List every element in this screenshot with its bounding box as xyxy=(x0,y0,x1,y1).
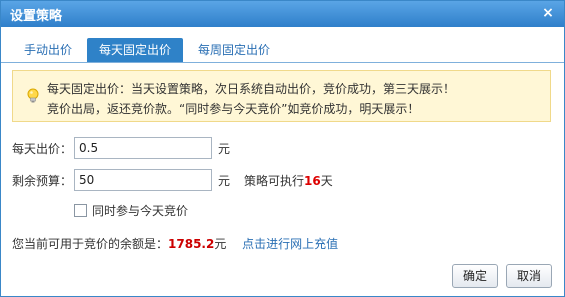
confirm-button[interactable]: 确定 xyxy=(452,264,499,288)
daily-bid-label: 每天出价： xyxy=(12,141,73,156)
tab-bar: 手动出价 每天固定出价 每周固定出价 xyxy=(1,36,564,63)
balance-unit: 元 xyxy=(214,237,227,251)
strategy-dialog: 设置策略 × 手动出价 每天固定出价 每周固定出价 每天固定出价：当天设置策略，… xyxy=(0,0,565,297)
tab-weekly-fixed-bid[interactable]: 每周固定出价 xyxy=(186,38,282,62)
daily-bid-row: 每天出价： 元 xyxy=(12,137,230,159)
balance-prefix: 您当前可用于竞价的余额是： xyxy=(12,237,169,251)
daily-bid-input[interactable] xyxy=(74,137,212,159)
notice-line-2: 竞价出局，返还竞价款。“同时参与今天竞价”如竞价成功，明天展示！ xyxy=(47,102,420,116)
close-icon[interactable]: × xyxy=(540,5,556,21)
join-today-checkbox[interactable] xyxy=(74,204,87,217)
cancel-button[interactable]: 取消 xyxy=(506,264,553,288)
daily-bid-unit: 元 xyxy=(218,141,231,156)
balance-amount: 1785.2 xyxy=(168,237,215,251)
budget-label: 剩余预算： xyxy=(12,173,73,188)
recharge-link[interactable]: 点击进行网上充值 xyxy=(242,237,338,251)
exec-days-text: 策略可执行16天 xyxy=(244,172,333,189)
join-today-label[interactable]: 同时参与今天竞价 xyxy=(92,202,188,219)
notice-line-1: 每天固定出价：当天设置策略，次日系统自动出价，竞价成功，第三天展示！ xyxy=(47,82,456,96)
tab-daily-fixed-bid[interactable]: 每天固定出价 xyxy=(87,38,184,62)
budget-unit: 元 xyxy=(218,173,231,188)
budget-input[interactable] xyxy=(74,169,212,191)
dialog-title: 设置策略 xyxy=(10,8,63,24)
lightbulb-icon xyxy=(27,88,39,103)
budget-row: 剩余预算： 元 策略可执行16天 xyxy=(12,169,333,191)
join-today-row: 同时参与今天竞价 xyxy=(74,202,188,219)
balance-row: 您当前可用于竞价的余额是：1785.2元 点击进行网上充值 xyxy=(12,235,338,252)
tab-manual-bid[interactable]: 手动出价 xyxy=(12,38,84,62)
exec-suffix: 天 xyxy=(320,173,333,188)
notice-box: 每天固定出价：当天设置策略，次日系统自动出价，竞价成功，第三天展示！ 竞价出局，… xyxy=(12,70,551,122)
dialog-titlebar: 设置策略 × xyxy=(1,1,564,27)
exec-prefix: 策略可执行 xyxy=(244,173,305,188)
exec-days-value: 16 xyxy=(304,173,321,188)
